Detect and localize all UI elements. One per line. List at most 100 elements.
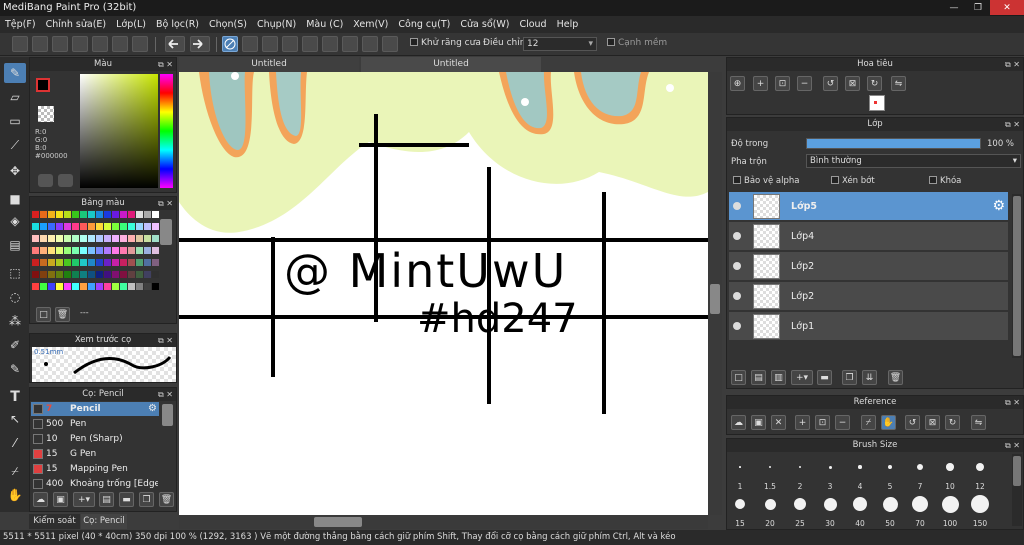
- hand-icon[interactable]: ✋: [881, 415, 896, 430]
- palette-swatch[interactable]: [128, 235, 135, 242]
- palette-swatch[interactable]: [56, 223, 63, 230]
- gear-icon[interactable]: ⚙: [148, 402, 157, 416]
- add-brush-icon[interactable]: +▾: [73, 492, 95, 507]
- antialias-checkbox[interactable]: Khử răng cưa: [410, 38, 481, 48]
- tab-brush-control[interactable]: Kiểm soát cọ: [29, 514, 80, 541]
- palette-swatch[interactable]: [72, 271, 79, 278]
- palette-swatch[interactable]: [152, 235, 159, 242]
- palette-swatch[interactable]: [152, 247, 159, 254]
- actual-size-icon[interactable]: ⊡: [815, 415, 830, 430]
- palette-swatch[interactable]: [32, 247, 39, 254]
- brush-size-dot[interactable]: [917, 464, 923, 470]
- palette-swatch[interactable]: [104, 235, 111, 242]
- palette-swatch[interactable]: [136, 235, 143, 242]
- palette-swatch[interactable]: [88, 259, 95, 266]
- palette-swatch[interactable]: [136, 259, 143, 266]
- brush-scrollbar[interactable]: [162, 404, 173, 426]
- palette-swatch[interactable]: [88, 211, 95, 218]
- palette-swatch[interactable]: [128, 247, 135, 254]
- palette-swatch[interactable]: [80, 259, 87, 266]
- visibility-icon[interactable]: [733, 292, 741, 300]
- brush-size-dot[interactable]: [764, 498, 776, 510]
- palette-swatch[interactable]: [56, 271, 63, 278]
- brush-item-edge[interactable]: 400 Khoảng trống [Edge M: [31, 477, 159, 491]
- panel-close-icon[interactable]: ⧉ ✕: [158, 334, 173, 347]
- doc-tab-2[interactable]: Untitled: [361, 57, 541, 72]
- palette-swatch[interactable]: [40, 235, 47, 242]
- palette-swatch[interactable]: [80, 283, 87, 290]
- eyedropper-tool-icon[interactable]: ⌿: [4, 461, 26, 481]
- vertical-scrollbar[interactable]: [708, 72, 722, 515]
- palette-swatch[interactable]: [96, 211, 103, 218]
- gradient-tool-icon[interactable]: ▤: [4, 235, 26, 255]
- menu-tools[interactable]: Công cụ(T): [393, 19, 455, 30]
- palette-swatch[interactable]: [40, 247, 47, 254]
- parallel-snap-icon[interactable]: [242, 36, 258, 52]
- palette-swatch[interactable]: [56, 283, 63, 290]
- palette-swatch[interactable]: [48, 259, 55, 266]
- maximize-button[interactable]: ❐: [966, 0, 990, 15]
- palette-swatch[interactable]: [120, 235, 127, 242]
- comment-icon[interactable]: [52, 36, 68, 52]
- palette-swatch[interactable]: [72, 247, 79, 254]
- layer-row-2a[interactable]: Lớp2: [729, 252, 1008, 281]
- rotate-reset-icon[interactable]: ⊠: [925, 415, 940, 430]
- select-pen-tool-icon[interactable]: ✐: [4, 335, 26, 355]
- ellipse-snap-icon[interactable]: [362, 36, 378, 52]
- zoom-out-icon[interactable]: −: [835, 415, 850, 430]
- palette-swatch[interactable]: [136, 271, 143, 278]
- move-tool-icon[interactable]: ✥: [4, 161, 26, 181]
- canvas[interactable]: @ MintUwU #hd247: [179, 72, 708, 515]
- soft-edge-checkbox[interactable]: Cạnh mềm: [607, 38, 667, 48]
- fill-rect-tool-icon[interactable]: ■: [4, 189, 26, 209]
- palette-swatch[interactable]: [48, 235, 55, 242]
- brush-size-dot[interactable]: [794, 498, 806, 510]
- new-1bit-layer-icon[interactable]: ▥: [771, 370, 786, 385]
- palette-swatch[interactable]: [72, 259, 79, 266]
- brush-item-pen[interactable]: 500 Pen: [31, 417, 159, 431]
- clipping-checkbox[interactable]: Xén bớt: [831, 176, 875, 186]
- palette-swatch[interactable]: [72, 235, 79, 242]
- palette-swatch[interactable]: [32, 211, 39, 218]
- protect-alpha-checkbox[interactable]: Bảo vệ alpha: [733, 176, 799, 186]
- concentric-snap-icon[interactable]: [322, 36, 338, 52]
- brush-size-dot[interactable]: [946, 463, 954, 471]
- close-button[interactable]: ✕: [990, 0, 1024, 15]
- palette-swatch[interactable]: [96, 235, 103, 242]
- add-layer-menu-icon[interactable]: +▾: [791, 370, 813, 385]
- palette-swatch[interactable]: [32, 271, 39, 278]
- vertical-scroll-thumb[interactable]: [710, 284, 720, 314]
- eraser-tool-icon[interactable]: ▱: [4, 87, 26, 107]
- menu-edit[interactable]: Chỉnh sửa(E): [41, 19, 112, 30]
- palette-swatch[interactable]: [104, 283, 111, 290]
- transparent-swatch[interactable]: [38, 106, 54, 122]
- palette-swatch[interactable]: [40, 211, 47, 218]
- brush-size-dot[interactable]: [828, 465, 832, 469]
- layer-scrollbar[interactable]: [1012, 194, 1022, 358]
- palette-swatch[interactable]: [120, 211, 127, 218]
- palette-swatch[interactable]: [72, 211, 79, 218]
- select-rect-tool-icon[interactable]: ⬚: [4, 263, 26, 283]
- visibility-icon[interactable]: [733, 202, 741, 210]
- layer-row-5[interactable]: Lớp5 ⚙: [729, 192, 1008, 221]
- menu-capture[interactable]: Chụp(N): [252, 19, 301, 30]
- palette-swatch[interactable]: [32, 283, 39, 290]
- zoom-out-icon[interactable]: −: [797, 76, 812, 91]
- palette-swatch[interactable]: [136, 211, 143, 218]
- duplicate-layer-icon[interactable]: ❐: [842, 370, 857, 385]
- palette-swatch[interactable]: [144, 247, 151, 254]
- palette-swatch[interactable]: [64, 223, 71, 230]
- palette-swatch[interactable]: [40, 223, 47, 230]
- brush-size-dot[interactable]: [823, 497, 837, 511]
- menu-filter[interactable]: Bộ lọc(R): [151, 19, 204, 30]
- operation-tool-icon[interactable]: ↖: [4, 409, 26, 429]
- open-folder-icon[interactable]: ▣: [751, 415, 766, 430]
- layer-row-4[interactable]: Lớp4: [729, 222, 1008, 251]
- opacity-slider[interactable]: [806, 138, 981, 149]
- palette-swatch[interactable]: [128, 283, 135, 290]
- palette-swatch[interactable]: [152, 223, 159, 230]
- zoom-fit-icon[interactable]: ⊕: [730, 76, 745, 91]
- doc-tab-1[interactable]: Untitled: [179, 57, 359, 72]
- palette-swatch[interactable]: [120, 271, 127, 278]
- palette-swatch[interactable]: [144, 235, 151, 242]
